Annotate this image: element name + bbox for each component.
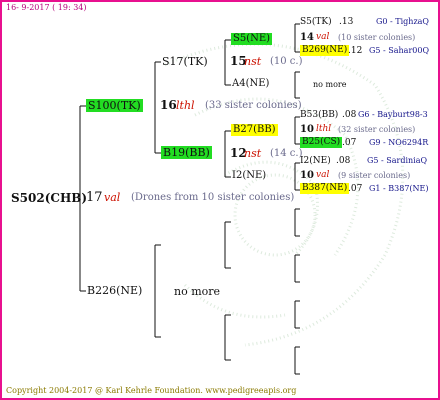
gen3-a2-note: no more <box>313 80 347 89</box>
gen4-value: .08 <box>342 110 357 120</box>
gen3-b2-queen-label: I2(NE) <box>232 170 267 181</box>
gen4-queen-label: S5(TK) <box>300 17 332 27</box>
gen4-ref: G0 - TighzaQ <box>376 17 429 26</box>
gen2-a-queen-label: S17(TK) <box>162 55 208 68</box>
gen3-a1-queen-label: S5(NE) <box>231 33 273 45</box>
gen4-queen-label: I2(NE) <box>300 156 331 166</box>
gen4-drone-note: (10 sister colonies) <box>338 33 416 42</box>
gen4-drone-marker: val <box>316 170 330 180</box>
root-drone-number: 17 <box>86 190 103 205</box>
gen4-ref: G5 - SardiniaQ <box>367 156 428 165</box>
gen2-b-drone-marker: nst <box>244 147 262 160</box>
gen2-a-drone-note: (10 c.) <box>270 56 303 67</box>
gen1-top-queen-label: S100(TK) <box>86 99 143 112</box>
gen3-b1-queen-label: B27(BB) <box>231 124 278 136</box>
gen2-b-queen-label: B19(BB) <box>161 146 212 159</box>
gen4-value: .07 <box>342 138 357 148</box>
date-header: 16- 9-2017 ( 19: 34) <box>6 3 87 12</box>
gen4-drone-number: 10 <box>300 124 314 135</box>
gen4-queen-label: B387(NE) <box>300 183 350 194</box>
gen4-ref: G1 - B387(NE) <box>369 184 429 193</box>
gen4-drone-marker: lthl <box>316 124 332 134</box>
gen4-ref: G6 - Bayburt98-3 <box>358 110 428 119</box>
gen1-top-drone-marker: lthl <box>176 99 195 112</box>
gen4-ref: G5 - Sahar00Q <box>369 46 430 55</box>
gen1-bottom-queen-label: B226(NE) <box>87 284 143 297</box>
gen1-top-drone-note: (33 sister colonies) <box>205 100 302 111</box>
gen2-b-drone-note: (14 c.) <box>270 148 303 159</box>
gen2-a-drone-marker: nst <box>244 55 262 68</box>
gen4-drone-number: 10 <box>300 170 314 181</box>
gen4-value: .13 <box>339 17 354 27</box>
gen4-drone-marker: val <box>316 32 330 42</box>
root-drone-marker: val <box>104 191 121 204</box>
gen4-drone-number: 14 <box>300 32 314 43</box>
root-queen-label: S502(CHB) <box>11 191 88 205</box>
gen3-a2-queen-label: A4(NE) <box>232 78 270 89</box>
gen1-top-drone-number: 16 <box>160 98 177 112</box>
gen4-drone-note: (32 sister colonies) <box>338 125 416 134</box>
root-drone-note: (Drones from 10 sister colonies) <box>131 192 295 203</box>
gen4-value: .08 <box>336 156 351 166</box>
gen4-value: .07 <box>348 184 363 194</box>
gen1-bottom-note: no more <box>174 285 221 298</box>
gen4-value: .12 <box>348 46 363 56</box>
gen4-ref: G9 - NO6294R <box>369 138 429 147</box>
copyright-footer: Copyright 2004-2017 @ Karl Kehrle Founda… <box>6 386 297 395</box>
gen4-queen-label: B269(NE) <box>300 45 350 56</box>
gen4-queen-label: B25(CS) <box>300 137 343 148</box>
gen4-queen-label: B53(BB) <box>300 110 339 120</box>
gen4-drone-note: (9 sister colonies) <box>338 171 411 180</box>
